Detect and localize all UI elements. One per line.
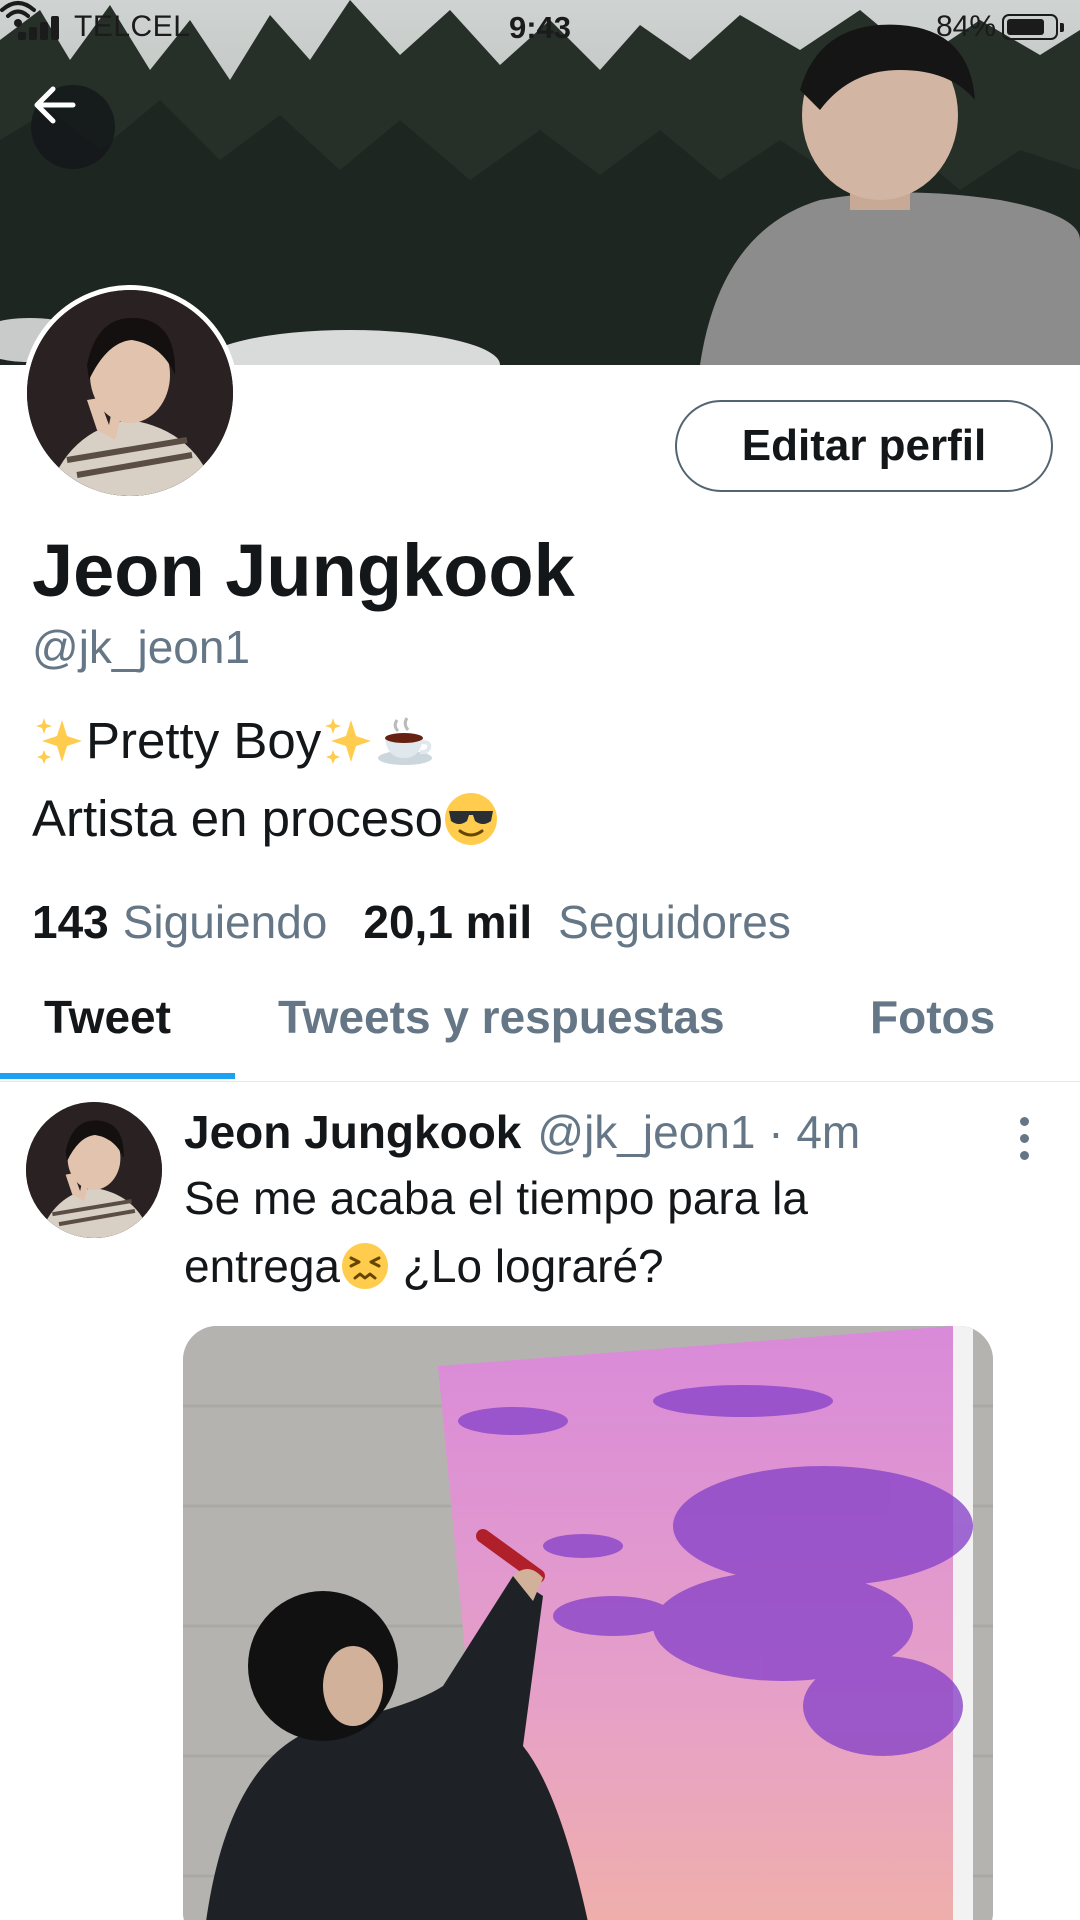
profile-tabs: Tweet Tweets y respuestas Fotos — [0, 980, 1080, 1082]
profile-screen: TELCEL 9:43 84% Editar perfil Jeon Jungk… — [0, 0, 1080, 1920]
tweet-header: Jeon Jungkook @jk_jeon1 · 4m — [184, 1105, 860, 1159]
profile-stats: 143 Siguiendo 20,1 mil Seguidores — [32, 895, 791, 949]
tweet[interactable]: Jeon Jungkook @jk_jeon1 · 4m Se me acaba… — [0, 1082, 1080, 1920]
avatar-image — [27, 290, 233, 496]
display-name: Jeon Jungkook — [32, 529, 575, 612]
active-tab-indicator — [0, 1073, 235, 1079]
arrow-left-icon — [34, 86, 76, 124]
tab-tweets-and-replies[interactable]: Tweets y respuestas — [278, 990, 725, 1044]
tweet-text: Se me acaba el tiempo para la entrega ¿L… — [184, 1164, 1044, 1300]
more-vertical-icon[interactable] — [1010, 1114, 1040, 1164]
painting-photo — [183, 1326, 993, 1920]
status-time: 9:43 — [508, 10, 572, 45]
edit-profile-button[interactable]: Editar perfil — [675, 400, 1053, 492]
tweet-text-line-2a: entrega — [184, 1240, 341, 1292]
tweet-text-line-1: Se me acaba el tiempo para la — [184, 1172, 808, 1224]
sparkles-emoji — [325, 718, 372, 764]
profile-avatar[interactable] — [22, 285, 238, 501]
tweet-text-line-2b: ¿Lo lograré? — [390, 1240, 664, 1292]
status-bar: TELCEL 9:43 84% — [0, 0, 1080, 54]
sunglasses-emoji — [445, 793, 498, 845]
back-button[interactable] — [31, 85, 115, 169]
avatar-image — [26, 1102, 162, 1238]
following-label[interactable]: Siguiendo — [123, 895, 328, 949]
sparkles-emoji — [36, 718, 82, 764]
bio-line-1: Pretty Boy — [32, 702, 499, 780]
hot-beverage-emoji — [378, 717, 433, 765]
following-count[interactable]: 143 — [32, 895, 109, 949]
tweet-author-name[interactable]: Jeon Jungkook — [184, 1105, 521, 1159]
persevering-face-emoji — [342, 1243, 389, 1289]
battery-percentage: 84% — [935, 10, 996, 43]
tweet-image[interactable] — [183, 1326, 993, 1920]
followers-count[interactable]: 20,1 mil — [363, 895, 532, 949]
bio-line-2: Artista en proceso — [32, 780, 499, 858]
battery-icon — [1002, 14, 1064, 40]
profile-bio: Pretty Boy Artista en proceso — [32, 702, 499, 858]
tab-tweet[interactable]: Tweet — [44, 990, 171, 1044]
tweet-handle-time: @jk_jeon1 · 4m — [537, 1106, 861, 1158]
tweet-avatar[interactable] — [26, 1102, 162, 1238]
tab-photos[interactable]: Fotos — [870, 990, 995, 1044]
bio-text-2: Artista en proceso — [32, 790, 444, 847]
followers-label[interactable]: Seguidores — [558, 895, 791, 949]
bio-text-1: Pretty Boy — [86, 712, 322, 769]
username: @jk_jeon1 — [32, 621, 251, 673]
